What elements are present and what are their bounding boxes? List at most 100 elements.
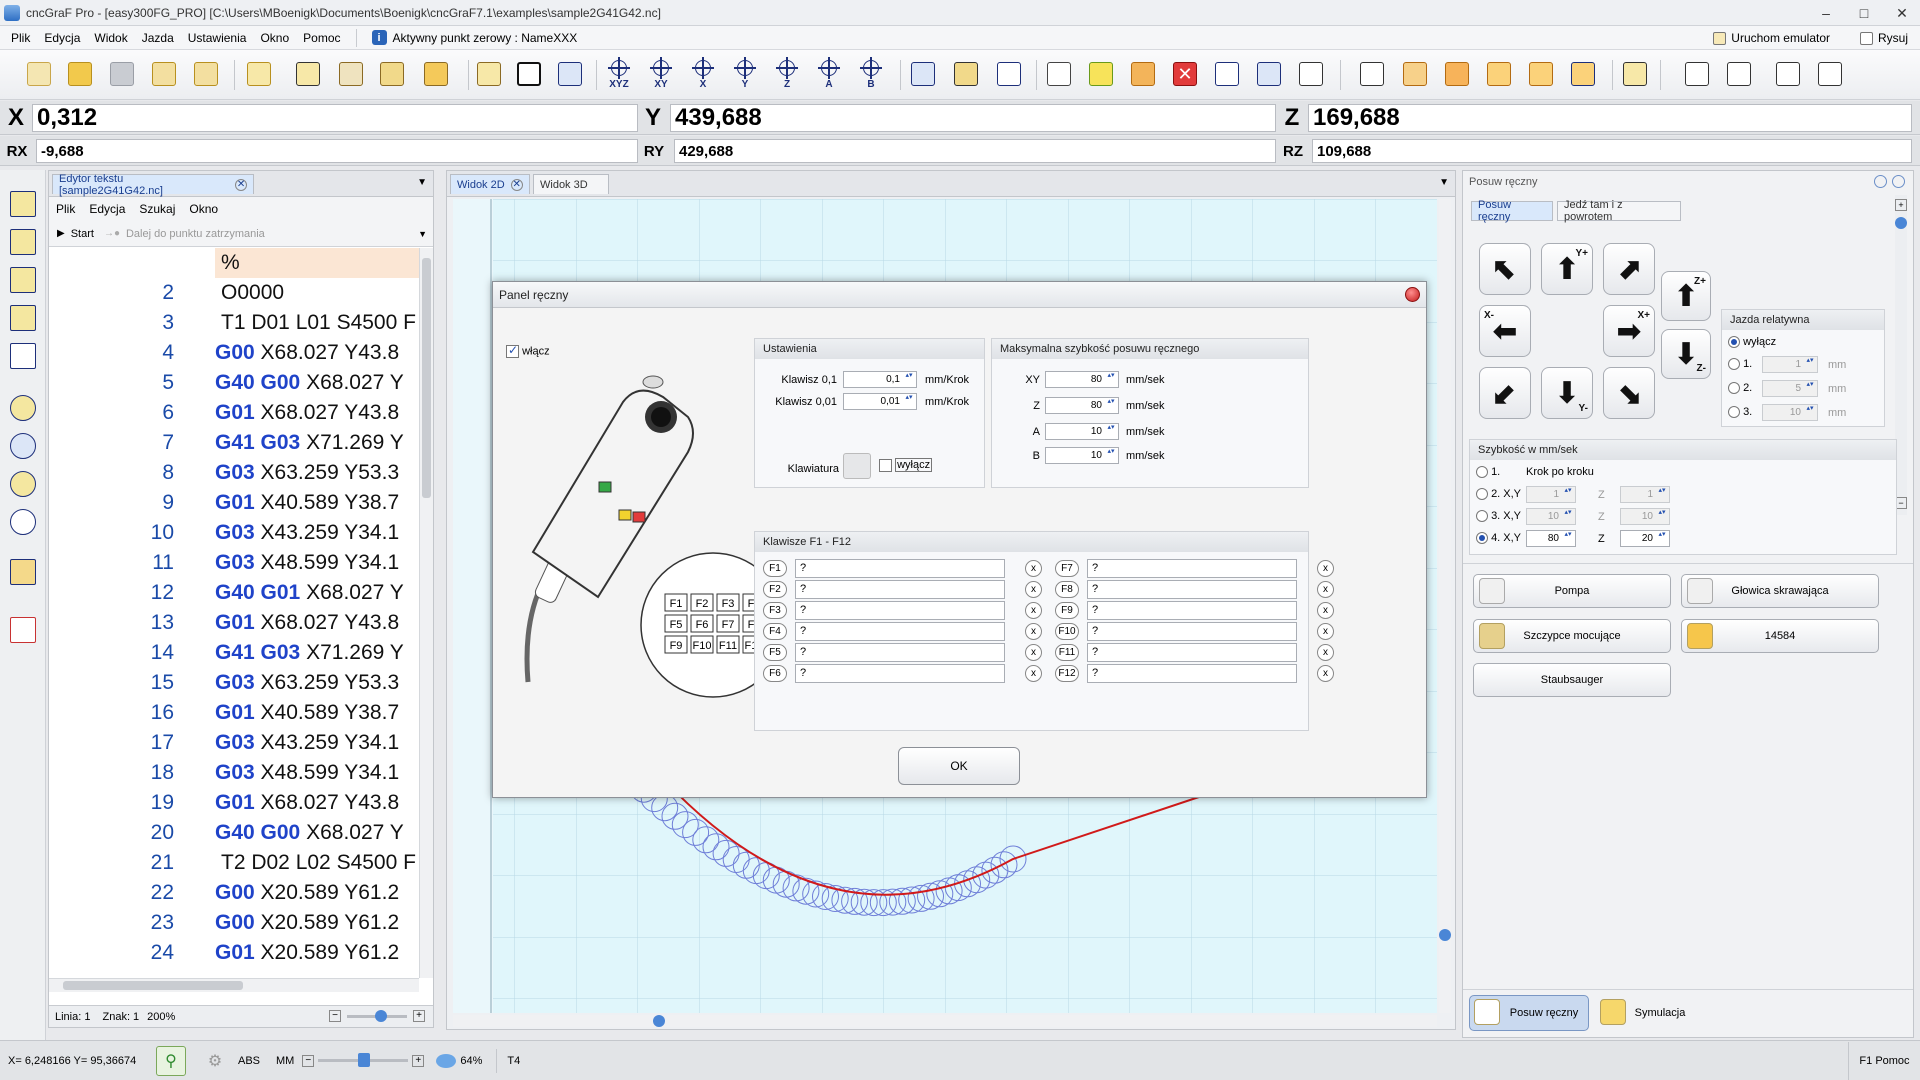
scrollbar-thumb[interactable] <box>653 1015 665 1027</box>
redo-button[interactable] <box>191 57 221 91</box>
fkey-command-input[interactable]: ? <box>795 580 1005 599</box>
tool-scale-button[interactable] <box>7 264 39 296</box>
vertical-scrollbar[interactable] <box>419 248 433 978</box>
pin-icon[interactable] <box>1874 175 1887 188</box>
tab-view-2d[interactable]: Widok 2D ✕ <box>450 174 530 194</box>
list-tool-button[interactable] <box>7 614 39 646</box>
code-line[interactable]: 12 G40 G01 X68.027 Y <box>49 578 419 608</box>
help-button[interactable]: F1 Pomoc <box>1848 1041 1920 1080</box>
menu-jazda[interactable]: Jazda <box>135 31 181 45</box>
clear-fkey-button[interactable]: x <box>1025 602 1042 619</box>
relative-off-option[interactable]: wyłącz <box>1728 336 1776 349</box>
spindle-speed-button[interactable]: 14584 <box>1681 619 1879 653</box>
fkey-command-input[interactable]: ? <box>1087 580 1297 599</box>
code-line[interactable]: 10 G03 X43.259 Y34.1 <box>49 518 419 548</box>
save-file-button[interactable] <box>107 57 137 91</box>
jog-y-plus-button[interactable]: ⬆ Y+ <box>1541 243 1593 295</box>
code-line[interactable]: 5 G40 G00 X68.027 Y <box>49 368 419 398</box>
mm-indicator[interactable]: MM <box>276 1055 294 1067</box>
measure-button[interactable] <box>293 57 323 91</box>
zoom-all-button[interactable] <box>7 468 39 500</box>
code-line[interactable]: 22 G00 X20.589 Y61.2 <box>49 878 419 908</box>
code-line[interactable]: 2 O0000 <box>49 278 419 308</box>
menu-plik[interactable]: Plik <box>4 31 37 45</box>
speed-xy-3[interactable]: 10 <box>1526 508 1576 525</box>
editor-menu-edycja[interactable]: Edycja <box>82 202 132 216</box>
code-line[interactable]: 14 G41 G03 X71.269 Y <box>49 638 419 668</box>
speed-xy-input[interactable]: 80 <box>1045 371 1119 388</box>
menu-pomoc[interactable]: Pomoc <box>296 31 347 45</box>
vertical-scrollbar[interactable] <box>1439 199 1451 1013</box>
speed-option-1[interactable]: 1. <box>1476 466 1500 479</box>
park-button[interactable] <box>1254 57 1284 91</box>
chevron-down-icon[interactable]: ▼ <box>418 229 427 239</box>
zoom-in-button[interactable] <box>7 392 39 424</box>
minimize-button[interactable]: – <box>1812 4 1840 22</box>
abs-indicator[interactable]: ABS <box>238 1055 260 1067</box>
fkey-command-input[interactable]: ? <box>1087 643 1297 662</box>
next-stop-button[interactable]: Dalej do punktu zatrzymania <box>126 228 265 240</box>
close-button[interactable]: ✕ <box>1888 4 1916 22</box>
layers-button[interactable] <box>1568 57 1598 91</box>
keyboard-off-checkbox[interactable]: wyłącz <box>879 458 933 473</box>
play-button[interactable] <box>1086 57 1116 91</box>
menu-ustawienia[interactable]: Ustawienia <box>181 31 254 45</box>
usb-icon[interactable]: ⚲ <box>156 1045 186 1076</box>
scrollbar-thumb[interactable] <box>1895 217 1907 229</box>
tool-move-button[interactable] <box>7 188 39 220</box>
fkey-command-input[interactable]: ? <box>1087 601 1297 620</box>
speed-z-4[interactable]: 20 <box>1620 530 1670 547</box>
disable-button[interactable] <box>1620 57 1650 91</box>
measure-tool-button[interactable] <box>7 556 39 588</box>
tab-jog[interactable]: Posuw ręczny <box>1471 199 1553 223</box>
clear-fkey-button[interactable]: x <box>1025 623 1042 640</box>
speed-button[interactable] <box>555 57 585 91</box>
code-line[interactable]: 17 G03 X43.259 Y34.1 <box>49 728 419 758</box>
material-button[interactable] <box>421 57 451 91</box>
frame-button[interactable] <box>1357 57 1387 91</box>
clear-fkey-button[interactable]: x <box>1025 644 1042 661</box>
code-line[interactable]: 6 G01 X68.027 Y43.8 <box>49 398 419 428</box>
axis-xy-button[interactable]: XY <box>646 57 676 91</box>
speed-z-2[interactable]: 1 <box>1620 486 1670 503</box>
jog-x-plus-button[interactable]: ➡ X+ <box>1603 305 1655 357</box>
speed-z-input[interactable]: 80 <box>1045 397 1119 414</box>
jog-x-plus-y-minus-button[interactable]: ⬊ <box>1603 367 1655 419</box>
goto-zero-button[interactable] <box>1212 57 1242 91</box>
fkey-command-input[interactable]: ? <box>795 664 1005 683</box>
menu-okno[interactable]: Okno <box>253 31 296 45</box>
hammer-button[interactable] <box>336 57 366 91</box>
code-line[interactable]: 9 G01 X40.589 Y38.7 <box>49 488 419 518</box>
axis-b-button[interactable]: B <box>856 57 886 91</box>
bottom-tab-simulation[interactable]: Symulacja <box>1595 995 1695 1031</box>
pump-button[interactable]: Pompa <box>1473 574 1671 608</box>
fkey-command-input[interactable]: ? <box>1087 664 1297 683</box>
axis-z-button[interactable]: Z <box>772 57 802 91</box>
horizontal-scrollbar[interactable] <box>453 1015 1437 1027</box>
jog-z-plus-button[interactable]: ⬆ Z+ <box>1661 271 1711 321</box>
speed-option-4[interactable]: 4. X,Y <box>1476 532 1521 545</box>
fkey-command-input[interactable]: ? <box>1087 559 1297 578</box>
clear-fkey-button[interactable]: x <box>1025 665 1042 682</box>
tool-settings-button[interactable] <box>377 57 407 91</box>
tab-view-3d[interactable]: Widok 3D <box>533 174 609 194</box>
fkey-command-input[interactable]: ? <box>795 559 1005 578</box>
reference-button[interactable] <box>908 57 938 91</box>
horizontal-scrollbar[interactable] <box>49 978 419 992</box>
clear-fkey-button[interactable]: x <box>1025 560 1042 577</box>
speed-option-2[interactable]: 2. X,Y <box>1476 488 1521 501</box>
zoom-window-button[interactable] <box>7 430 39 462</box>
scrollbar-thumb[interactable] <box>422 258 431 498</box>
open-file-button[interactable] <box>65 57 95 91</box>
clamp-button[interactable]: Szczypce mocujące <box>1473 619 1671 653</box>
zero-z-button[interactable] <box>994 57 1024 91</box>
zoom-slider-thumb[interactable] <box>358 1053 371 1067</box>
tool-frame-button[interactable] <box>7 340 39 372</box>
chevron-down-icon[interactable]: ▼ <box>417 177 427 188</box>
tool-mirror-button[interactable] <box>7 302 39 334</box>
code-line[interactable]: 7 G41 G03 X71.269 Y <box>49 428 419 458</box>
editor-menu-plik[interactable]: Plik <box>49 202 82 216</box>
speed-z-3[interactable]: 10 <box>1620 508 1670 525</box>
program-button[interactable] <box>514 57 544 91</box>
code-line[interactable]: 11 G03 X48.599 Y34.1 <box>49 548 419 578</box>
